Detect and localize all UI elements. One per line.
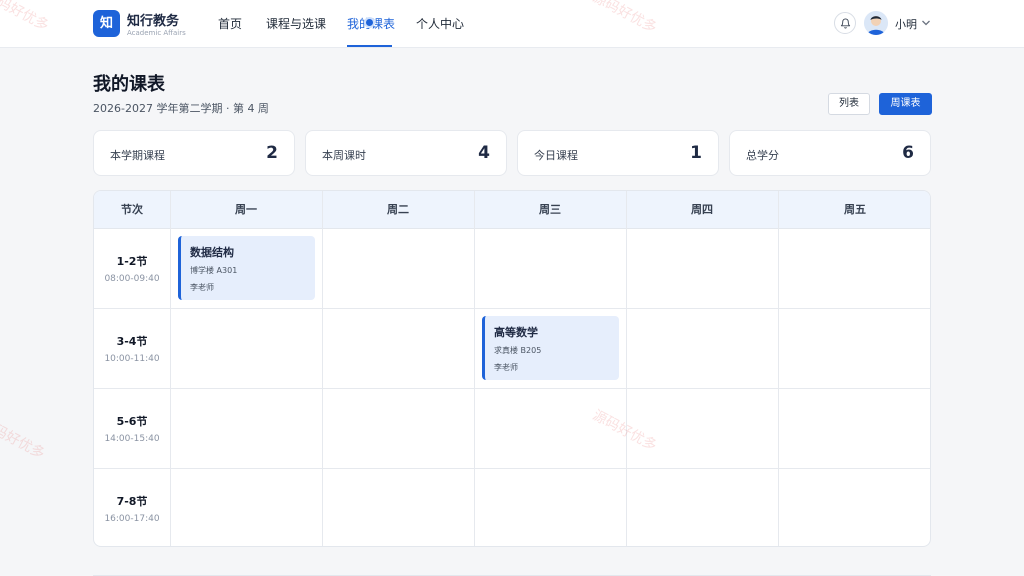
header-day-mon: 周一: [235, 203, 257, 216]
period-name: 7-8节: [116, 495, 148, 508]
grid-line: [94, 308, 930, 309]
grid-line: [322, 191, 323, 546]
stat-value: 1: [690, 143, 702, 163]
stat-value: 6: [902, 143, 914, 163]
stat-label: 总学分: [746, 149, 779, 162]
stat-card-week-hours: 本周课时 4: [305, 130, 507, 176]
cursor-indicator: [364, 17, 375, 28]
period-cell: 1-2节 08:00-09:40: [94, 253, 170, 284]
list-view-button[interactable]: 列表: [828, 93, 870, 115]
stat-card-semester-courses: 本学期课程 2: [93, 130, 295, 176]
nav-item-profile[interactable]: 个人中心: [416, 15, 464, 32]
weekly-schedule-table: 节次 周一 周二 周三 周四 周五 1-2节 08:00-09:40 3-4节 …: [93, 190, 931, 547]
chevron-down-icon[interactable]: [921, 19, 931, 27]
avatar-image: [864, 11, 888, 35]
header-day-fri: 周五: [844, 203, 866, 216]
grid-line: [94, 468, 930, 469]
header-day-thu: 周四: [691, 203, 713, 216]
period-name: 3-4节: [116, 335, 148, 348]
schedule-header-row: 节次 周一 周二 周三 周四 周五: [94, 191, 930, 229]
top-navbar: 知 知行教务 Academic Affairs 首页 课程与选课 我的课表 个人…: [0, 0, 1024, 48]
course-room: 博学楼 A301: [190, 266, 238, 275]
stat-card-today-courses: 今日课程 1: [517, 130, 719, 176]
period-time: 08:00-09:40: [104, 274, 160, 284]
stat-card-total-credits: 总学分 6: [729, 130, 931, 176]
grid-line: [626, 191, 627, 546]
course-card-advanced-math[interactable]: 高等数学 求真楼 B205 李老师: [482, 316, 619, 380]
semester-subtitle: 2026-2027 学年第二学期 · 第 4 周: [93, 102, 269, 115]
grid-line: [778, 191, 779, 546]
grid-line: [474, 191, 475, 546]
brand-logo[interactable]: 知: [93, 10, 120, 37]
stat-value: 4: [478, 143, 490, 163]
stat-label: 本学期课程: [110, 149, 165, 162]
course-teacher: 李老师: [190, 283, 214, 292]
period-name: 1-2节: [116, 255, 148, 268]
grid-line: [170, 191, 171, 546]
grid-line: [94, 388, 930, 389]
header-day-tue: 周二: [387, 203, 409, 216]
period-cell: 7-8节 16:00-17:40: [94, 493, 170, 524]
stat-label: 今日课程: [534, 149, 578, 162]
period-time: 16:00-17:40: [104, 514, 160, 524]
bell-icon: [840, 18, 851, 29]
stat-label: 本周课时: [322, 149, 366, 162]
course-name: 高等数学: [494, 326, 538, 339]
user-name[interactable]: 小明: [895, 16, 917, 32]
user-avatar[interactable]: [864, 11, 888, 35]
course-room: 求真楼 B205: [494, 346, 542, 355]
period-time: 14:00-15:40: [104, 434, 160, 444]
watermark: 源码好优多: [0, 415, 48, 463]
page-title: 我的课表: [93, 74, 165, 95]
header-day-wed: 周三: [539, 203, 561, 216]
nav-active-underline: [347, 45, 392, 47]
nav-item-home[interactable]: 首页: [218, 15, 242, 32]
course-card-data-structures[interactable]: 数据结构 博学楼 A301 李老师: [178, 236, 315, 300]
period-cell: 3-4节 10:00-11:40: [94, 333, 170, 364]
period-time: 10:00-11:40: [104, 354, 160, 364]
period-cell: 5-6节 14:00-15:40: [94, 413, 170, 444]
notification-button[interactable]: [834, 12, 856, 34]
period-name: 5-6节: [116, 415, 148, 428]
header-period: 节次: [121, 203, 143, 216]
brand-title[interactable]: 知行教务: [127, 10, 179, 29]
stat-value: 2: [266, 143, 278, 163]
course-name: 数据结构: [190, 246, 234, 259]
brand-subtitle: Academic Affairs: [127, 29, 186, 37]
week-view-button[interactable]: 周课表: [879, 93, 932, 115]
course-teacher: 李老师: [494, 363, 518, 372]
nav-item-courses[interactable]: 课程与选课: [266, 15, 326, 32]
